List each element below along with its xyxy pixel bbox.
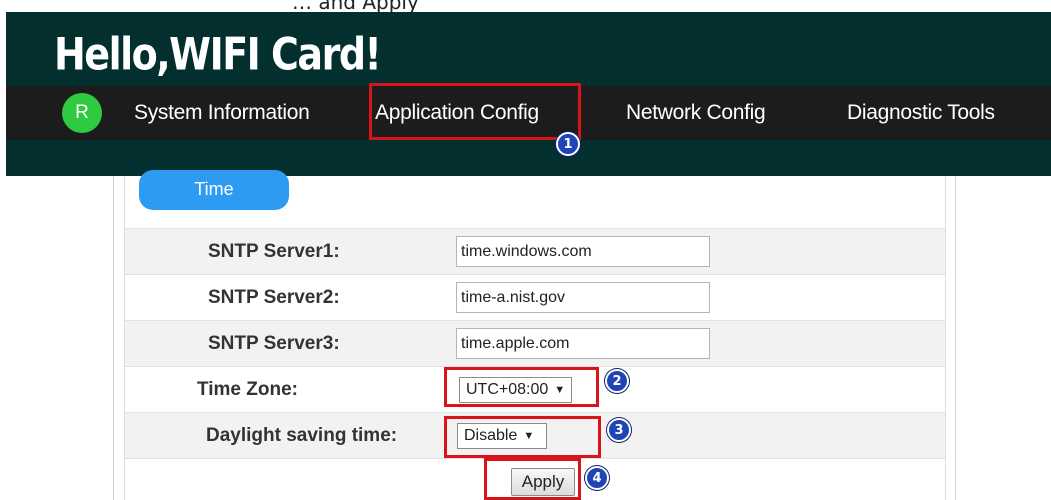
sntp-server1-label: SNTP Server1: xyxy=(208,241,340,262)
form-row-sntp1: SNTP Server1: xyxy=(125,228,945,274)
daylight-saving-label: Daylight saving time: xyxy=(206,425,398,446)
nav-network-config[interactable]: Network Config xyxy=(626,86,766,140)
form-row-sntp2: SNTP Server2: xyxy=(125,274,945,320)
step-badge-3: 3 xyxy=(607,418,631,442)
highlight-box-apply xyxy=(484,458,581,500)
sntp-server3-label: SNTP Server3: xyxy=(208,333,340,354)
form-row-sntp3: SNTP Server3: xyxy=(125,320,945,366)
step-badge-4: 4 xyxy=(585,466,609,490)
sntp-server2-label: SNTP Server2: xyxy=(208,287,340,308)
user-avatar[interactable]: R xyxy=(62,93,102,133)
top-caption-strip: … and Apply xyxy=(0,0,1051,12)
sntp-server1-input[interactable] xyxy=(456,236,710,267)
app-header: Hello,WIFI Card! R System Information Ap… xyxy=(6,12,1051,176)
highlight-box-time-zone xyxy=(444,367,599,407)
top-caption: … and Apply xyxy=(292,0,419,12)
nav-system-information[interactable]: System Information xyxy=(134,86,310,140)
brand-title: Hello,WIFI Card! xyxy=(54,28,382,80)
sntp-server3-input[interactable] xyxy=(456,328,710,359)
nav-diagnostic-tools[interactable]: Diagnostic Tools xyxy=(847,86,995,140)
time-zone-label: Time Zone: xyxy=(197,379,298,400)
sntp-server2-input[interactable] xyxy=(456,282,710,313)
step-badge-1: 1 xyxy=(556,132,580,156)
step-badge-2: 2 xyxy=(605,369,629,393)
highlight-box-application-config xyxy=(369,83,581,140)
highlight-box-daylight-saving xyxy=(444,416,601,458)
section-tab-time[interactable]: Time xyxy=(139,170,289,210)
